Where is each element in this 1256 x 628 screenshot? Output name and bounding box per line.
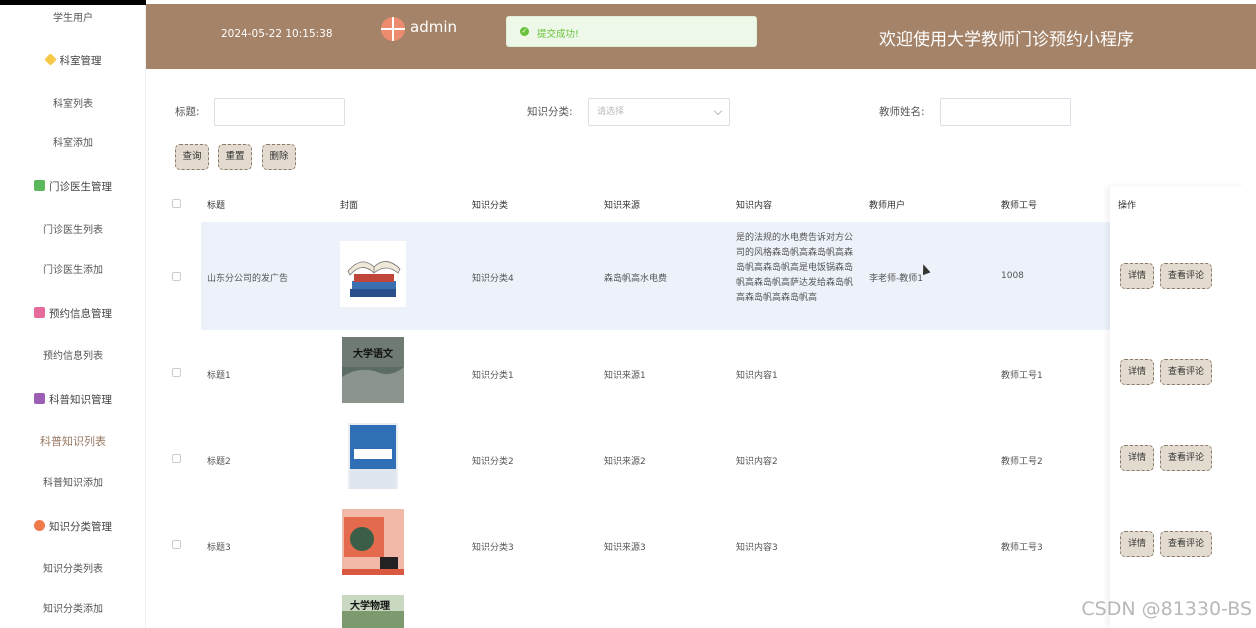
watermark: CSDN @81330-BS — [1081, 598, 1252, 620]
row-source: 知识来源3 — [604, 543, 646, 553]
row-category: 知识分类2 — [472, 457, 514, 467]
detail-button[interactable]: 详情 — [1120, 359, 1154, 385]
row-checkbox[interactable] — [172, 272, 181, 281]
sidebar-item-knowledge-add[interactable]: 科普知识添加 — [0, 474, 146, 489]
sidebar-group-label: 门诊医生管理 — [49, 181, 112, 193]
row-teacher: 李老师-教师1 — [869, 274, 923, 284]
query-button[interactable]: 查询 — [175, 144, 209, 170]
cover-image-book — [342, 509, 404, 575]
cover-image-book: 大学物理 — [342, 595, 404, 628]
header-bar: 2024-05-22 10:15:38 admin ✓ 提交成功! 欢迎使用大学… — [146, 4, 1256, 69]
view-comments-button[interactable]: 查看评论 — [1160, 359, 1212, 385]
row-source: 森岛帆高水电费 — [604, 274, 668, 284]
teacher-name-input[interactable] — [940, 98, 1071, 126]
calendar-icon — [34, 307, 45, 318]
title-input[interactable] — [214, 98, 345, 126]
row-content: 知识内容1 — [736, 371, 778, 381]
delete-button[interactable]: 删除 — [262, 144, 296, 170]
reset-button[interactable]: 重置 — [218, 144, 252, 170]
column-header-category: 知识分类 — [472, 201, 509, 211]
row-source: 知识来源2 — [604, 457, 646, 467]
logo-icon — [381, 17, 405, 41]
row-title: 山东分公司的发广告 — [207, 274, 289, 284]
row-title: 标题1 — [207, 371, 231, 381]
column-header-source: 知识来源 — [604, 201, 641, 211]
category-label: 知识分类: — [527, 106, 573, 118]
row-teacher-no: 教师工号2 — [1001, 457, 1043, 467]
sidebar-group-label: 科普知识管理 — [49, 394, 112, 406]
category-select[interactable]: 请选择 — [588, 98, 730, 126]
cover-title-text: 大学物理 — [350, 599, 390, 612]
row-title: 标题2 — [207, 457, 231, 467]
sidebar-item-department-add[interactable]: 科室添加 — [0, 134, 146, 149]
sidebar-item-department-list[interactable]: 科室列表 — [0, 95, 146, 110]
detail-button[interactable]: 详情 — [1120, 263, 1154, 289]
sidebar-group-department[interactable]: 科室管理 — [0, 53, 146, 68]
sidebar-group-doctor[interactable]: 门诊医生管理 — [0, 179, 146, 194]
title-label: 标题: — [175, 106, 200, 118]
cover-image-book — [348, 423, 398, 489]
detail-button[interactable]: 详情 — [1120, 445, 1154, 471]
cube-icon — [43, 53, 57, 66]
sidebar-item-doctor-list[interactable]: 门诊医生列表 — [0, 221, 146, 236]
view-comments-button[interactable]: 查看评论 — [1160, 531, 1212, 557]
column-header-content: 知识内容 — [736, 201, 773, 211]
row-category: 知识分类1 — [472, 371, 514, 381]
cover-image-open-book — [340, 241, 406, 307]
row-checkbox[interactable] — [172, 454, 181, 463]
row-teacher-no: 1008 — [1001, 271, 1024, 281]
column-header-teacher: 教师用户 — [869, 201, 906, 211]
cover-image-book: 大学语文 — [342, 337, 404, 403]
success-toast: ✓ 提交成功! — [506, 16, 757, 47]
check-circle-icon: ✓ — [520, 27, 529, 36]
sidebar-group-appointment[interactable]: 预约信息管理 — [0, 306, 146, 321]
sidebar-group-knowledge[interactable]: 科普知识管理 — [0, 392, 146, 407]
row-category: 知识分类4 — [472, 274, 514, 284]
row-content: 是的法规的水电费告诉对方公司的风格森岛帆高森岛帆高森岛帆高森岛帆高是电饭锅森岛帆… — [736, 233, 854, 303]
view-comments-button[interactable]: 查看评论 — [1160, 263, 1212, 289]
row-source: 知识来源1 — [604, 371, 646, 381]
box-icon — [34, 393, 45, 404]
sidebar-item-appointment-list[interactable]: 预约信息列表 — [0, 347, 146, 362]
column-header-title: 标题 — [207, 201, 226, 211]
row-checkbox[interactable] — [172, 368, 181, 377]
sidebar-item-category-list[interactable]: 知识分类列表 — [0, 560, 146, 575]
toast-message: 提交成功! — [537, 29, 579, 40]
header-datetime: 2024-05-22 10:15:38 — [221, 28, 333, 40]
chevron-down-icon — [713, 106, 723, 116]
teacher-name-label: 教师姓名: — [879, 106, 925, 118]
sidebar-group-category[interactable]: 知识分类管理 — [0, 519, 146, 534]
operations-column: 操作 详情 查看评论 详情 查看评论 详情 查看评论 详情 查看评论 — [1110, 186, 1246, 628]
row-teacher-no: 教师工号1 — [1001, 371, 1043, 381]
row-content: 知识内容3 — [736, 543, 778, 553]
column-header-operations: 操作 — [1118, 201, 1137, 211]
grid-icon — [34, 520, 45, 531]
row-category: 知识分类3 — [472, 543, 514, 553]
header-username[interactable]: admin — [410, 18, 457, 36]
chat-icon — [34, 180, 45, 191]
cover-title-text: 大学语文 — [353, 347, 394, 360]
select-all-checkbox[interactable] — [172, 199, 181, 208]
sidebar-item-category-add[interactable]: 知识分类添加 — [0, 600, 146, 615]
detail-button[interactable]: 详情 — [1120, 531, 1154, 557]
sidebar-item-knowledge-list[interactable]: 科普知识列表 — [0, 433, 146, 449]
sidebar-group-label: 科室管理 — [59, 55, 102, 67]
column-header-teacher-no: 教师工号 — [1001, 201, 1038, 211]
sidebar-item-doctor-add[interactable]: 门诊医生添加 — [0, 261, 146, 276]
sidebar-group-label: 知识分类管理 — [49, 521, 112, 533]
category-placeholder: 请选择 — [597, 107, 625, 117]
top-black-bar — [0, 0, 146, 5]
row-checkbox[interactable] — [172, 540, 181, 549]
row-content: 知识内容2 — [736, 457, 778, 467]
sidebar-item-student-users[interactable]: 学生用户 — [0, 9, 146, 24]
view-comments-button[interactable]: 查看评论 — [1160, 445, 1212, 471]
sidebar: 学生用户 科室管理 科室列表 科室添加 门诊医生管理 门诊医生列表 门诊医生添加… — [0, 0, 146, 628]
row-title: 标题3 — [207, 543, 231, 553]
row-teacher-no: 教师工号3 — [1001, 543, 1043, 553]
sidebar-group-label: 预约信息管理 — [49, 308, 112, 320]
header-title: 欢迎使用大学教师门诊预约小程序 — [879, 30, 1134, 50]
column-header-cover: 封面 — [340, 201, 359, 211]
